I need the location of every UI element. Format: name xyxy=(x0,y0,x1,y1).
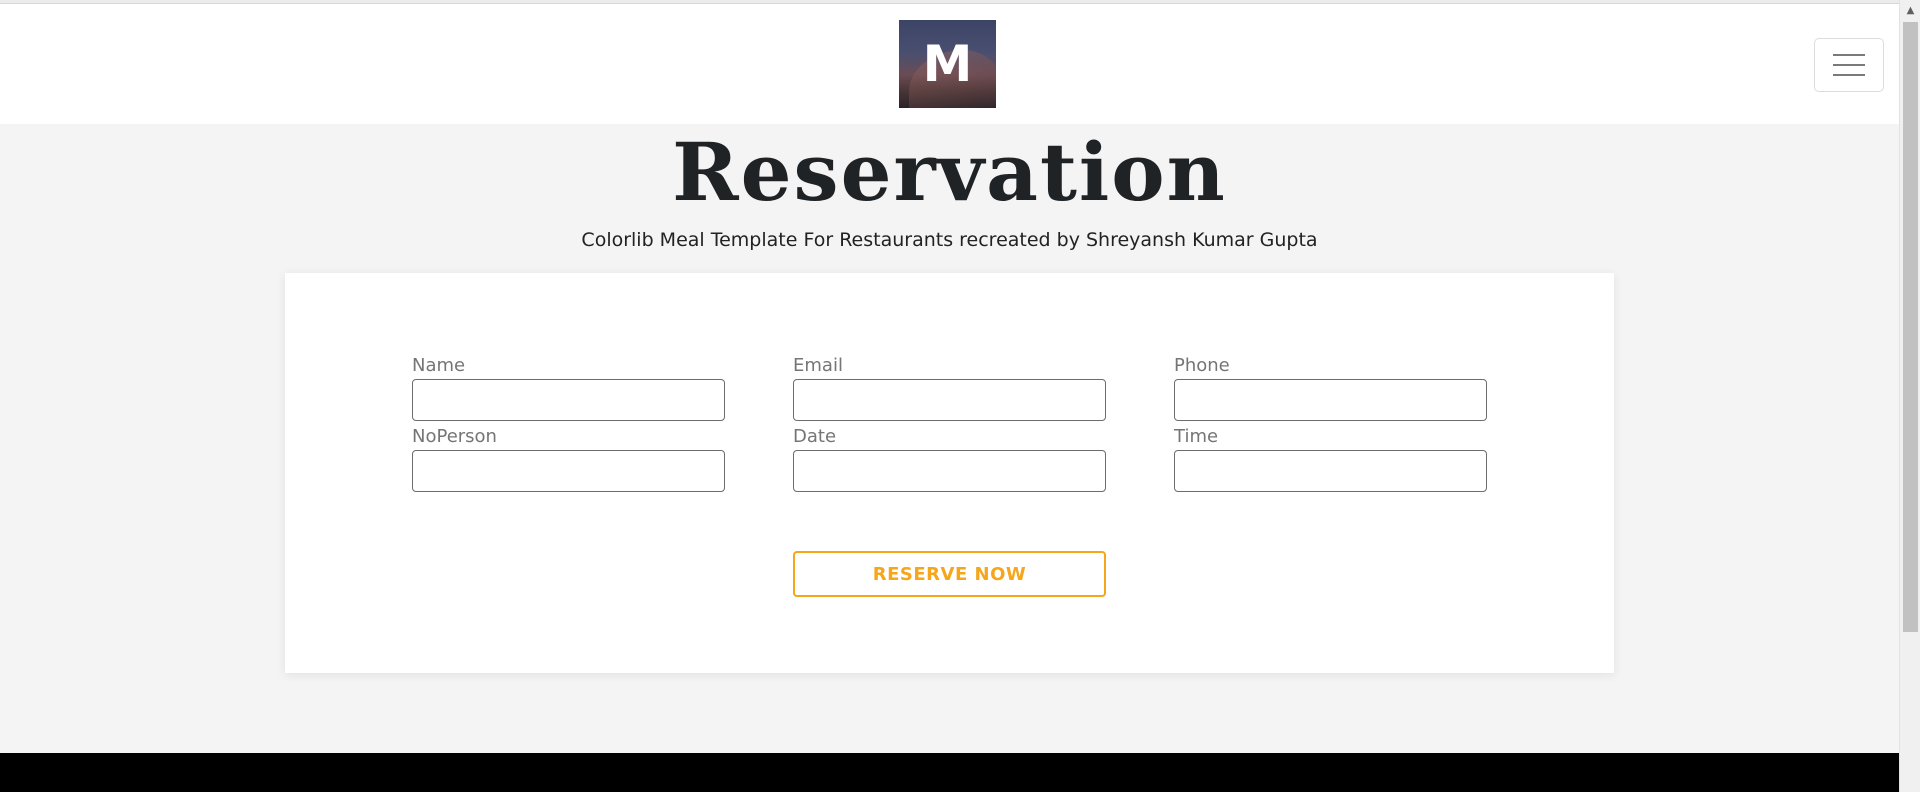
time-field: Time xyxy=(1174,426,1487,492)
noperson-input[interactable] xyxy=(412,450,725,492)
name-input[interactable] xyxy=(412,379,725,421)
navbar: M xyxy=(0,4,1899,124)
email-field: Email xyxy=(793,355,1106,421)
name-label: Name xyxy=(412,355,466,376)
date-input[interactable] xyxy=(793,450,1106,492)
reserve-now-button[interactable]: RESERVE NOW xyxy=(793,551,1106,597)
phone-input[interactable] xyxy=(1174,379,1487,421)
logo-letter: M xyxy=(922,35,973,93)
noperson-field: NoPerson xyxy=(412,426,725,492)
phone-label: Phone xyxy=(1174,355,1230,376)
email-label: Email xyxy=(793,355,843,376)
noperson-label: NoPerson xyxy=(412,426,497,447)
reservation-form: Name Email Phone NoPerson Date Time RESE… xyxy=(285,273,1614,673)
time-input[interactable] xyxy=(1174,450,1487,492)
scroll-up-arrow-icon[interactable]: ▲ xyxy=(1900,4,1920,18)
brand-logo[interactable]: M xyxy=(899,20,996,108)
hamburger-menu-icon xyxy=(1833,74,1865,76)
footer xyxy=(0,753,1899,792)
date-field: Date xyxy=(793,426,1106,492)
name-field: Name xyxy=(412,355,725,421)
email-input[interactable] xyxy=(793,379,1106,421)
hamburger-menu-icon xyxy=(1833,64,1865,66)
vertical-scrollbar[interactable]: ▲ xyxy=(1899,0,1920,792)
scrollbar-thumb[interactable] xyxy=(1903,22,1918,632)
menu-toggle-button[interactable] xyxy=(1814,38,1884,92)
time-label: Time xyxy=(1174,426,1219,447)
page-title: Reservation xyxy=(672,125,1227,219)
date-label: Date xyxy=(793,426,837,447)
page-subtitle: Colorlib Meal Template For Restaurants r… xyxy=(581,229,1318,251)
hamburger-menu-icon xyxy=(1833,54,1865,56)
phone-field: Phone xyxy=(1174,355,1487,421)
